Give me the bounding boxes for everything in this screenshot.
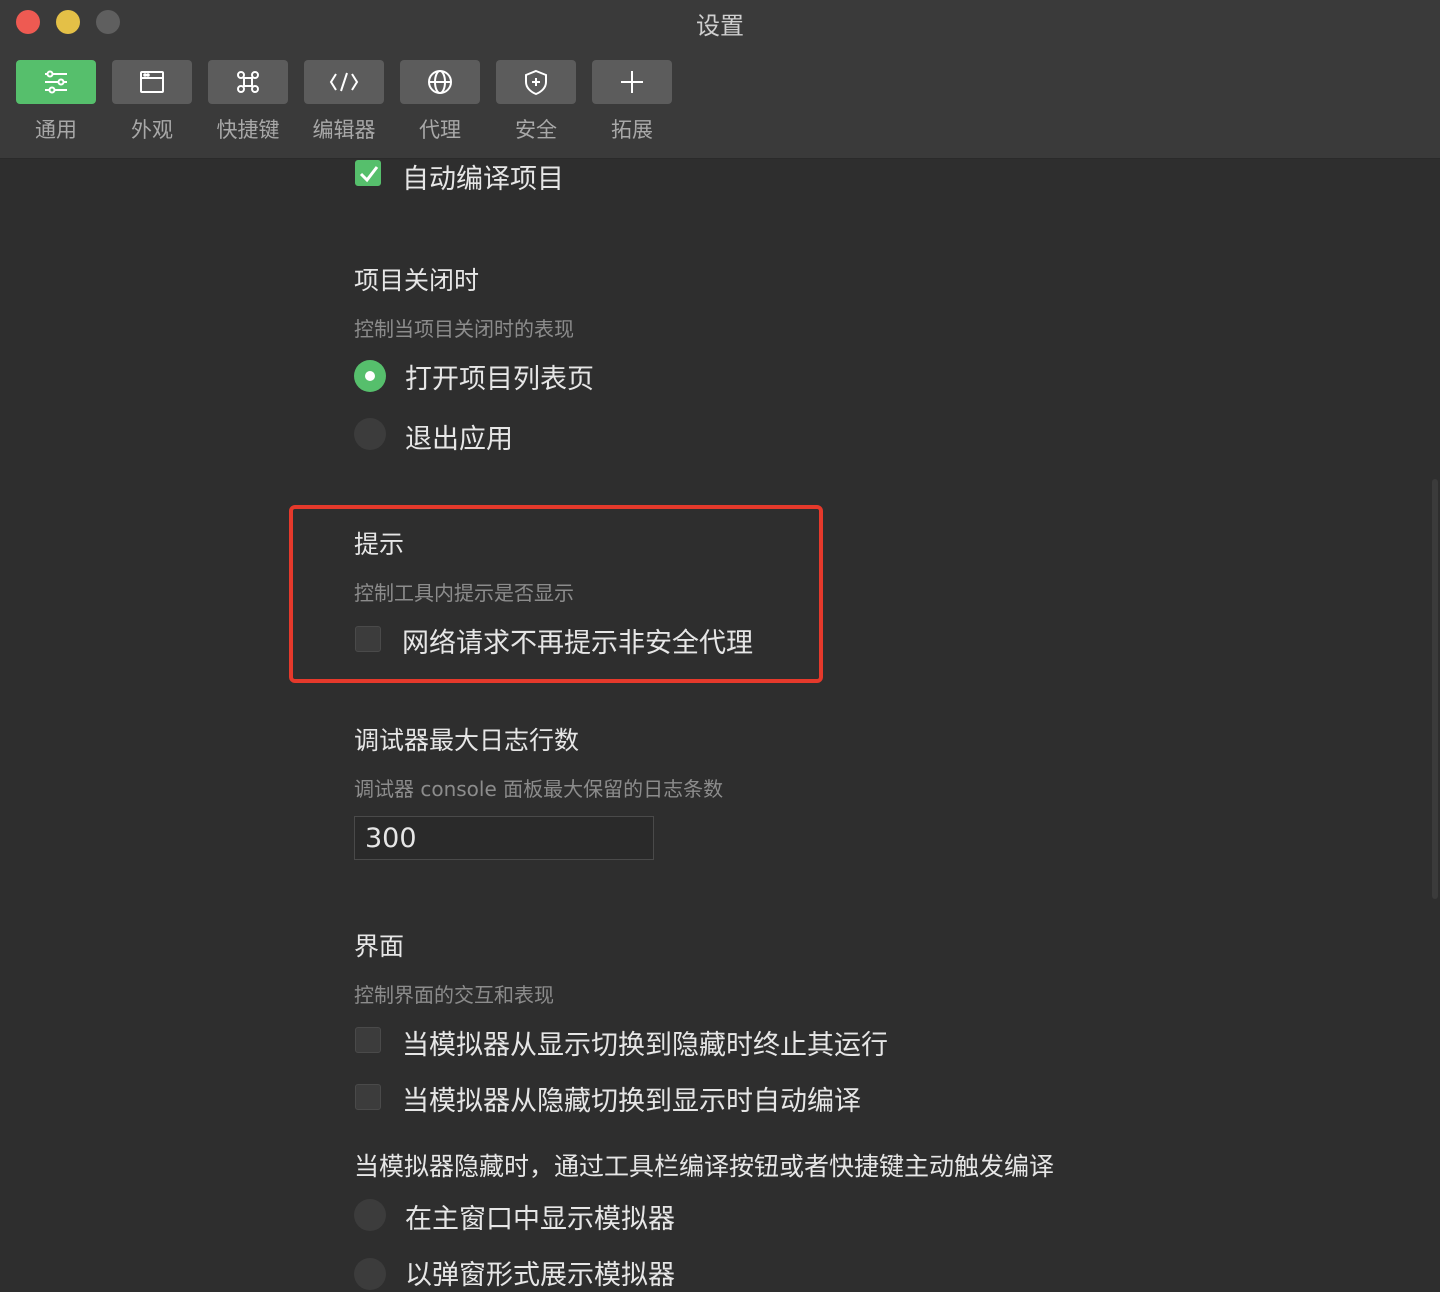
- ui-desc: 控制界面的交互和表现: [354, 983, 554, 1007]
- tab-label: 安全: [515, 118, 557, 142]
- checkmark-icon: [359, 166, 379, 183]
- tab-general[interactable]: 通用: [16, 60, 96, 144]
- max-log-lines-input[interactable]: [354, 816, 654, 860]
- tab-security[interactable]: 安全: [496, 60, 576, 144]
- title-bar: 设置: [0, 0, 1440, 44]
- tab-editor-button[interactable]: [304, 60, 384, 104]
- tab-label: 外观: [131, 118, 173, 142]
- code-icon: [329, 72, 359, 92]
- tab-label: 代理: [419, 118, 461, 142]
- tab-label: 快捷键: [216, 118, 280, 142]
- tab-general-button[interactable]: [16, 60, 96, 104]
- open-project-list-label: 打开项目列表页: [405, 364, 594, 395]
- show-as-popup-label: 以弹窗形式展示模拟器: [405, 1260, 675, 1291]
- insecure-proxy-label: 网络请求不再提示非安全代理: [402, 628, 753, 659]
- command-key-icon: [237, 71, 259, 93]
- debugger-title: 调试器最大日志行数: [354, 726, 580, 755]
- show-in-main-window-label: 在主窗口中显示模拟器: [405, 1204, 675, 1235]
- auto-compile-checkbox[interactable]: [355, 160, 381, 186]
- tab-editor[interactable]: 编辑器: [304, 60, 384, 144]
- project-close-desc: 控制当项目关闭时的表现: [354, 317, 574, 341]
- tips-desc: 控制工具内提示是否显示: [354, 581, 574, 605]
- debugger-desc: 调试器 console 面板最大保留的日志条数: [354, 777, 724, 801]
- tab-security-button[interactable]: [496, 60, 576, 104]
- tab-proxy[interactable]: 代理: [400, 60, 480, 144]
- sliders-icon: [45, 70, 67, 94]
- ui-title: 界面: [354, 932, 405, 961]
- hidden-simulator-note: 当模拟器隐藏时，通过工具栏编译按钮或者快捷键主动触发编译: [354, 1152, 1055, 1181]
- tab-appearance[interactable]: 外观: [112, 60, 192, 144]
- project-close-title: 项目关闭时: [354, 266, 480, 295]
- plus-icon: [621, 71, 643, 93]
- quit-app-label: 退出应用: [405, 424, 513, 455]
- tab-appearance-button[interactable]: [112, 60, 192, 104]
- open-project-list-radio[interactable]: [354, 360, 386, 392]
- show-as-popup-radio[interactable]: [354, 1258, 386, 1290]
- stop-on-hide-checkbox[interactable]: [355, 1027, 381, 1053]
- window-icon: [140, 71, 164, 93]
- quit-app-radio[interactable]: [354, 418, 386, 450]
- tab-proxy-button[interactable]: [400, 60, 480, 104]
- tab-label: 拓展: [611, 118, 653, 142]
- tab-shortcuts-button[interactable]: [208, 60, 288, 104]
- tab-label: 编辑器: [312, 118, 376, 142]
- window-title: 设置: [696, 12, 744, 40]
- auto-compile-label: 自动编译项目: [402, 164, 564, 195]
- compile-on-show-checkbox[interactable]: [355, 1084, 381, 1110]
- insecure-proxy-checkbox[interactable]: [355, 626, 381, 652]
- tab-extensions[interactable]: 拓展: [592, 60, 672, 144]
- settings-content: 自动编译项目 项目关闭时 控制当项目关闭时的表现 打开项目列表页 退出应用 提示…: [0, 159, 1440, 1291]
- tips-title: 提示: [354, 530, 405, 559]
- tab-extensions-button[interactable]: [592, 60, 672, 104]
- stop-on-hide-label: 当模拟器从显示切换到隐藏时终止其运行: [402, 1030, 888, 1061]
- show-in-main-window-radio[interactable]: [354, 1199, 386, 1231]
- settings-toolbar: 通用 外观 快捷键 编辑器 代理 安全 拓展: [0, 44, 1440, 159]
- tab-label: 通用: [35, 118, 77, 142]
- shield-icon: [525, 69, 547, 96]
- globe-icon: [428, 70, 452, 94]
- compile-on-show-label: 当模拟器从隐藏切换到显示时自动编译: [402, 1086, 861, 1117]
- tab-shortcuts[interactable]: 快捷键: [208, 60, 288, 144]
- scrollbar[interactable]: [1432, 479, 1438, 899]
